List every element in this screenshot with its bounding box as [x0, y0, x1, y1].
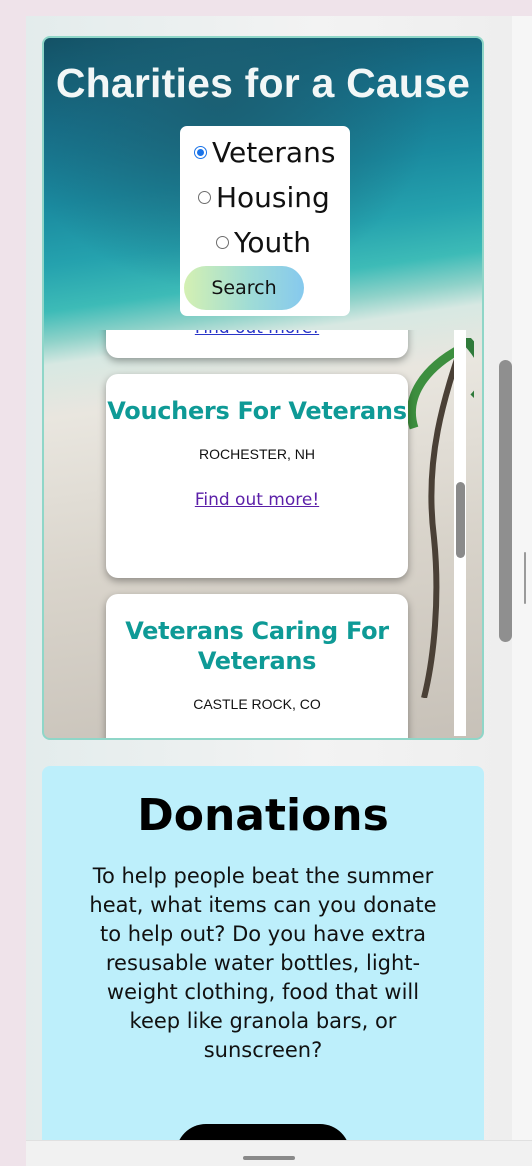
filter-option-veterans[interactable]: Veterans [194, 136, 335, 169]
window-edge-handle[interactable] [524, 552, 526, 604]
charities-hero: Charities for a Cause Veterans Housing Y… [42, 36, 484, 740]
charity-location: CASTLE ROCK, CO [193, 696, 321, 712]
result-card: Vouchers For Veterans ROCHESTER, NH Find… [106, 374, 408, 578]
filter-option-housing[interactable]: Housing [198, 181, 330, 214]
drag-handle[interactable] [243, 1156, 295, 1160]
result-card-partial: Find out more! [106, 330, 408, 358]
cause-filter-form: Veterans Housing Youth Search [180, 126, 350, 316]
results-list[interactable]: Find out more! Vouchers For Veterans ROC… [44, 330, 482, 738]
results-scrollbar-thumb[interactable] [456, 482, 465, 558]
donations-section: Donations To help people beat the summer… [42, 766, 484, 1166]
filter-label-housing: Housing [216, 181, 330, 214]
result-card: Veterans Caring For Veterans CASTLE ROCK… [106, 594, 408, 738]
page-title: Charities for a Cause [55, 60, 471, 106]
find-out-more-link[interactable]: Find out more! [106, 330, 408, 338]
donations-description: To help people beat the summer heat, wha… [89, 864, 437, 1062]
filter-option-youth[interactable]: Youth [216, 226, 311, 259]
radio-youth[interactable] [216, 236, 229, 249]
bottom-toolbar [26, 1140, 532, 1166]
filter-label-veterans: Veterans [212, 136, 336, 169]
find-out-more-link[interactable]: Find out more! [195, 490, 319, 510]
page-scrollbar-thumb[interactable] [499, 360, 512, 642]
charity-location: ROCHESTER, NH [199, 446, 315, 462]
search-button[interactable]: Search [184, 266, 304, 310]
donations-title: Donations [137, 790, 389, 841]
radio-housing[interactable] [198, 191, 211, 204]
charity-name: Vouchers For Veterans [107, 397, 407, 425]
charity-name: Veterans Caring For Veterans [125, 617, 389, 675]
radio-veterans[interactable] [194, 146, 207, 159]
page-scrollbar-track[interactable] [512, 16, 532, 1146]
filter-label-youth: Youth [234, 226, 311, 259]
